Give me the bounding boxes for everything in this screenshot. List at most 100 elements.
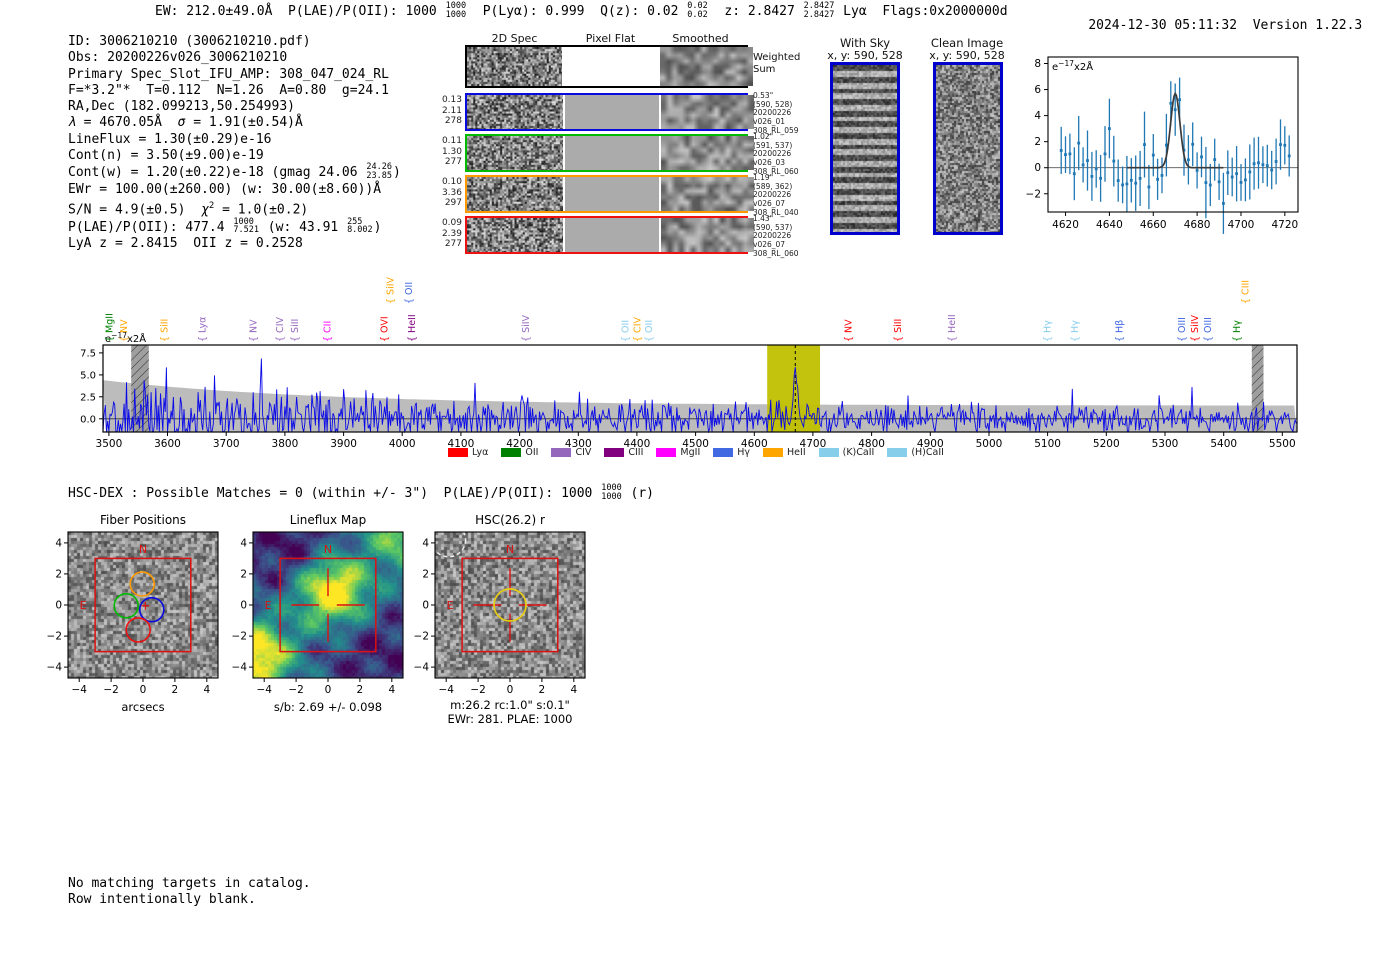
svg-text:0: 0: [140, 684, 147, 696]
svg-text:0: 0: [325, 684, 332, 696]
info-line: S/N = 4.9(±0.5) χ2 = 1.0(±0.2): [68, 200, 309, 218]
svg-text:4640: 4640: [1096, 219, 1123, 231]
svg-text:0: 0: [507, 684, 514, 696]
weighted-sum-label: Weighted Sum: [753, 52, 801, 75]
svg-text:2: 2: [357, 684, 364, 696]
hsc-cutout-caption1: m:26.2 rc:1.0" s:0.1": [450, 698, 570, 712]
legend-item: Hγ: [713, 447, 750, 458]
legend-item: (K)CaII: [818, 447, 875, 458]
info-line: LineFlux = 1.30(±0.29)e-16: [68, 131, 272, 147]
legend-label: Hγ: [737, 447, 751, 458]
svg-text:{ NV: { NV: [249, 319, 260, 342]
info-line: Cont(n) = 3.50(±9.00)e-19: [68, 148, 264, 164]
row-pixelflat-image: [564, 95, 659, 129]
fiber-positions-xlabel: arcsecs: [121, 700, 165, 714]
svg-text:8: 8: [1034, 58, 1041, 70]
svg-text:{ CIII: { CIII: [1240, 280, 1251, 304]
svg-text:N: N: [324, 543, 332, 556]
legend-label: MgII: [680, 447, 701, 458]
legend-swatch: [887, 448, 908, 457]
svg-text:{ NV: { NV: [119, 319, 130, 342]
row-2dspec-image: [467, 177, 563, 211]
svg-text:4660: 4660: [1140, 219, 1167, 231]
legend-label: Lyα: [472, 447, 489, 458]
svg-text:−4: −4: [438, 684, 454, 696]
svg-text:−2: −2: [414, 631, 429, 643]
row-right-meta: 1.02" (591, 537) 20200226 v026_03 308_RL_060: [753, 132, 799, 176]
legend-label: CIV: [575, 447, 592, 458]
row-pixelflat-image: [564, 136, 659, 170]
legend-swatch: [604, 448, 625, 457]
info-line: P(LAE)/P(OII): 477.4 1000 7.521 (w: 43.91…: [68, 216, 382, 236]
footer-line-1: No matching targets in catalog.: [68, 876, 311, 891]
row-left-stats: 0.11 1.30 277: [441, 136, 462, 167]
svg-text:{ Lyα: { Lyα: [198, 317, 209, 342]
legend-swatch: [713, 448, 734, 457]
hsc-cutout-panel: HSC(26.2) r N E −4 −4 −2 −2 0 0 2 2 4 4 m:26.2 rc:1…: [407, 508, 627, 748]
svg-text:5.0: 5.0: [80, 370, 96, 381]
svg-text:−4: −4: [256, 684, 272, 696]
svg-text:{ Hγ: { Hγ: [1043, 320, 1054, 342]
svg-text:{ SiIV: { SiIV: [521, 314, 532, 342]
row-right-meta: 1.43" (590, 537) 20200226 v026_07 308_RL_060: [753, 214, 799, 258]
row-right-meta: 1.19" (589, 362) 20200226 v026_07 308_RL_040: [753, 173, 799, 217]
svg-text:2: 2: [422, 568, 429, 580]
svg-text:N: N: [139, 543, 147, 556]
svg-text:−2: −2: [232, 631, 247, 643]
svg-text:{ MgII: { MgII: [104, 313, 115, 342]
elixer-report-page: EW: 212.0±49.0Å P(LAE)/P(OII): 1000 1000…: [0, 0, 1400, 953]
line-fit-inset-chart: 4620 4640 4660 4680 4700 4720 −2 0 2 4 6 8 e−17x2Å: [1026, 56, 1299, 234]
legend-label: (K)CaII: [842, 447, 875, 458]
svg-text:2: 2: [1034, 136, 1041, 148]
detection-info-block: ID: 3006210210 (3006210210.pdf) Obs: 2020…: [68, 34, 401, 252]
svg-text:0: 0: [55, 600, 62, 612]
svg-text:{ HeII: { HeII: [947, 314, 958, 342]
svg-text:{ OVI: { OVI: [380, 316, 391, 342]
cleanimage-image: [936, 65, 1000, 232]
info-line: Obs: 20200226v026_3006210210: [68, 50, 288, 66]
row-smoothed-image: [660, 95, 755, 129]
row-smoothed-image: [660, 218, 755, 252]
svg-text:{ Hγ: { Hγ: [1070, 320, 1081, 342]
svg-text:N: N: [506, 543, 514, 556]
row-pixelflat-image: [564, 177, 659, 211]
svg-text:{ OII: { OII: [404, 282, 415, 304]
svg-text:{ Hβ: { Hβ: [1115, 320, 1126, 342]
svg-text:2: 2: [172, 684, 179, 696]
weighted-sum-row: [465, 45, 754, 88]
catalog-footer-note: No matching targets in catalog. Row inte…: [68, 876, 311, 908]
fiber-2d-row: [465, 93, 755, 131]
svg-text:{ OII: { OII: [621, 320, 632, 342]
svg-text:4: 4: [240, 537, 247, 549]
info-line: F=*3.2"* T=0.112 N=1.26 A=0.80 g=24.1: [68, 82, 389, 98]
legend-item: CIII: [604, 447, 643, 458]
svg-text:E: E: [265, 599, 272, 612]
legend-swatch: [656, 448, 677, 457]
svg-text:{ OIII: { OIII: [1203, 317, 1214, 342]
legend-swatch: [818, 448, 839, 457]
full-spectrum-chart: 3500 3600 3700 3800 3900 4000 4100 4200 4300 4400…: [80, 276, 1298, 450]
svg-text:−4: −4: [47, 662, 63, 674]
svg-text:{ SiIV: { SiIV: [385, 276, 396, 304]
fiber-2d-row: [465, 134, 755, 172]
spectrum-legend: Lyα OII CIV CIII MgII Hγ HeII (K)CaII (H)CaII: [100, 447, 1292, 458]
row-smoothed-image: [660, 177, 755, 211]
legend-item: MgII: [656, 447, 700, 458]
svg-text:E: E: [80, 599, 87, 612]
legend-item: OII: [501, 447, 538, 458]
svg-text:−4: −4: [71, 684, 87, 696]
legend-item: Lyα: [448, 447, 488, 458]
lineflux-map-panel: Lineflux Map N E −4 −4 −2 −2 0 0 2 2 4 4 s/b: 2.69 …: [225, 508, 435, 740]
svg-text:{ OII: { OII: [644, 320, 655, 342]
withsky-image: [833, 65, 897, 232]
legend-label: OII: [525, 447, 539, 458]
svg-text:0: 0: [240, 600, 247, 612]
info-line: Primary Spec_Slot_IFU_AMP: 308_047_024_R…: [68, 66, 389, 82]
svg-text:−2: −2: [103, 684, 118, 696]
svg-text:e−17x2Å: e−17x2Å: [1052, 59, 1093, 73]
legend-swatch: [448, 448, 469, 457]
svg-text:−2: −2: [288, 684, 303, 696]
legend-item: (H)CaII: [887, 447, 944, 458]
withsky-coords: x, y: 590, 528: [827, 49, 903, 62]
row-smoothed-image: [660, 136, 755, 170]
